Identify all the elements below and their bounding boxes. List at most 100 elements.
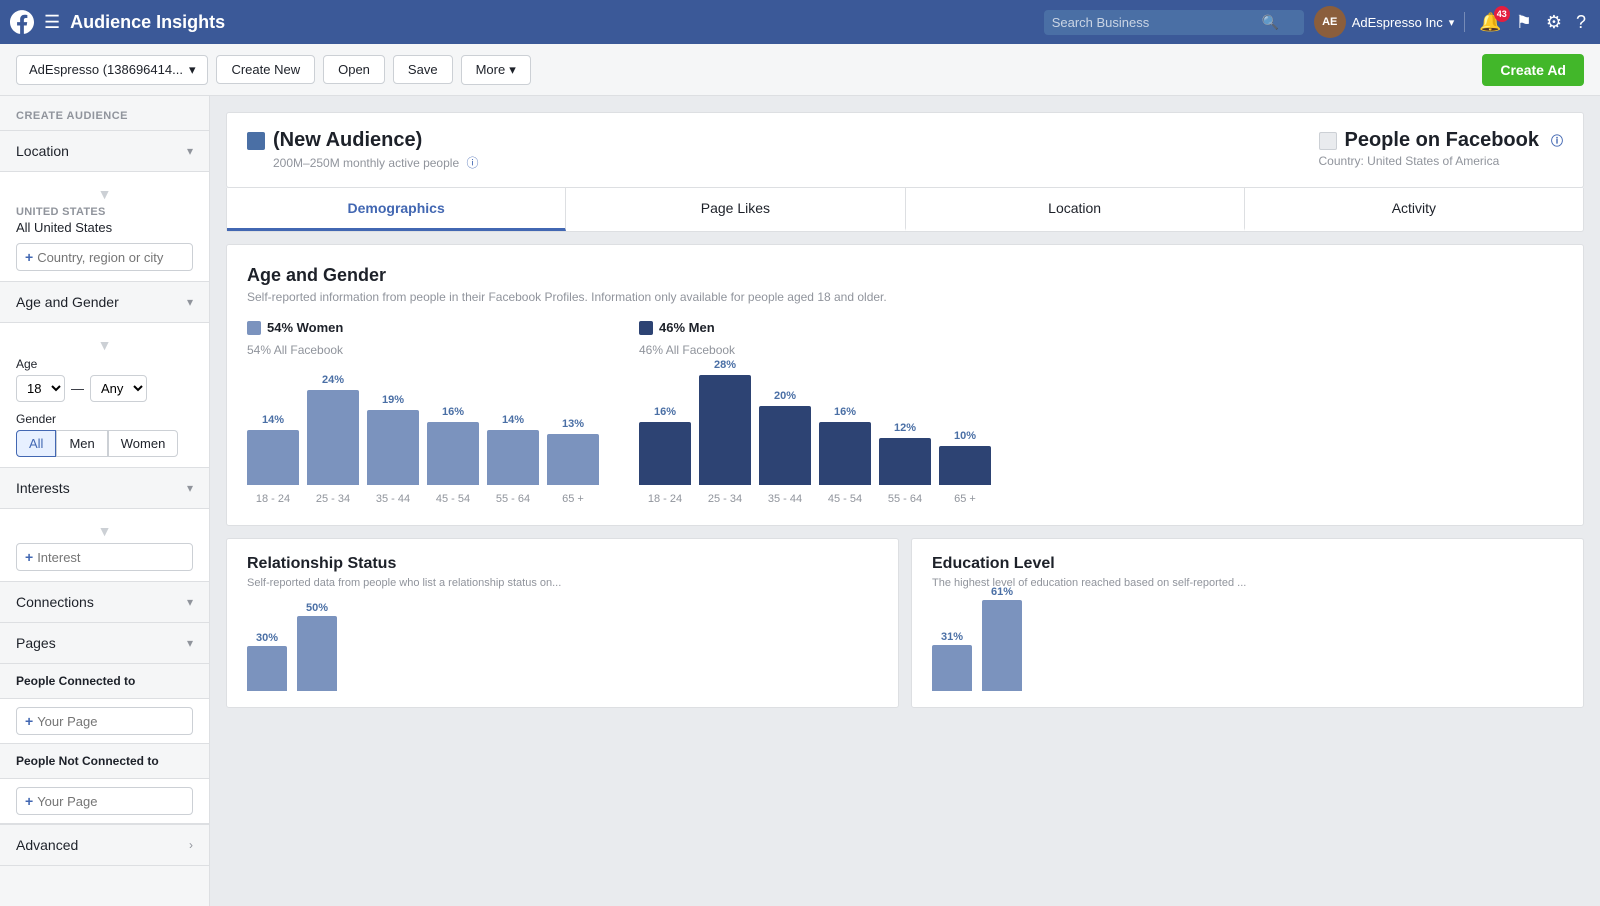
age-to-select[interactable]: Any2434 xyxy=(90,375,147,402)
facebook-people-info-icon[interactable]: ⓘ xyxy=(1551,132,1563,149)
age-from-select[interactable]: 182125 xyxy=(16,375,65,402)
bar-col: 16% 45 - 54 xyxy=(427,406,479,505)
gender-men-button[interactable]: Men xyxy=(56,430,107,457)
interest-input[interactable] xyxy=(37,550,184,565)
search-input[interactable] xyxy=(1052,15,1262,30)
interest-input-wrap[interactable]: + xyxy=(16,543,193,571)
bar-col: 20% 35 - 44 xyxy=(759,390,811,505)
open-button[interactable]: Open xyxy=(323,55,385,84)
new-audience-sub-text: 200M–250M monthly active people xyxy=(273,156,459,170)
content-area: (New Audience) 200M–250M monthly active … xyxy=(210,96,1600,906)
audience-header-card: (New Audience) 200M–250M monthly active … xyxy=(226,112,1584,188)
gender-all-button[interactable]: All xyxy=(16,430,56,457)
create-new-button[interactable]: Create New xyxy=(216,55,315,84)
user-name[interactable]: AdEspresso Inc xyxy=(1352,15,1443,30)
bar-pct: 19% xyxy=(382,394,404,406)
flag-button[interactable]: ⚑ xyxy=(1512,8,1536,37)
relationship-bars: 30% 50% xyxy=(247,601,878,691)
new-audience-title: (New Audience) xyxy=(247,129,478,152)
bar-col: 14% 55 - 64 xyxy=(487,414,539,505)
search-bar[interactable]: 🔍 xyxy=(1044,10,1304,35)
settings-button[interactable]: ⚙ xyxy=(1542,8,1566,37)
location-arrow: ▼ xyxy=(16,182,193,206)
women-label-row: 54% Women xyxy=(247,320,599,335)
women-label: 54% Women xyxy=(267,320,343,335)
bar-col: 16% 18 - 24 xyxy=(639,406,691,505)
tab-activity[interactable]: Activity xyxy=(1245,188,1583,231)
app-title: Audience Insights xyxy=(70,12,225,33)
not-connected-plus-icon: + xyxy=(25,793,33,809)
create-ad-button[interactable]: Create Ad xyxy=(1482,54,1584,86)
age-dash: — xyxy=(71,381,84,396)
location-label: Location xyxy=(16,143,69,159)
bar-col: 16% 45 - 54 xyxy=(819,406,871,505)
connected-page-field[interactable] xyxy=(37,714,184,729)
help-button[interactable]: ? xyxy=(1572,8,1590,37)
small-bar-pct: 30% xyxy=(256,632,278,644)
small-bar-pct: 31% xyxy=(941,631,963,643)
tab-page-likes[interactable]: Page Likes xyxy=(566,188,905,231)
tab-location[interactable]: Location xyxy=(906,188,1245,231)
nav-divider xyxy=(1464,12,1465,32)
not-connected-page-field[interactable] xyxy=(37,794,184,809)
location-sub: UNITED STATES xyxy=(16,206,193,218)
advanced-accordion-header[interactable]: Advanced › xyxy=(0,825,209,866)
top-nav: ☰ Audience Insights 🔍 AE AdEspresso Inc … xyxy=(0,0,1600,44)
gender-women-button[interactable]: Women xyxy=(108,430,179,457)
men-chart-group: 46% Men 46% All Facebook 16% 18 - 24 28%… xyxy=(639,320,991,505)
bar-pct: 20% xyxy=(774,390,796,402)
women-chart-group: 54% Women 54% All Facebook 14% 18 - 24 2… xyxy=(247,320,599,505)
user-dropdown-icon[interactable]: ▾ xyxy=(1449,16,1455,29)
age-gender-label: Age and Gender xyxy=(16,294,119,310)
age-gender-chart-subtitle: Self-reported information from people in… xyxy=(247,290,1563,304)
notifications-button[interactable]: 🔔 43 xyxy=(1475,8,1505,37)
connected-page-input[interactable]: + xyxy=(16,707,193,735)
avatar[interactable]: AE xyxy=(1314,6,1346,38)
location-input-wrap[interactable]: + xyxy=(16,243,193,271)
relationship-chart-subtitle: Self-reported data from people who list … xyxy=(247,577,878,589)
location-accordion: Location ▾ ▼ UNITED STATES All United St… xyxy=(0,130,209,282)
bottom-charts-row: Relationship Status Self-reported data f… xyxy=(226,538,1584,708)
small-bar-col: 31% xyxy=(932,631,972,691)
connections-accordion-header[interactable]: Connections ▾ xyxy=(0,582,209,623)
new-audience-info-icon[interactable]: ⓘ xyxy=(466,156,478,170)
location-input[interactable] xyxy=(37,250,184,265)
not-connected-page-input[interactable]: + xyxy=(16,787,193,815)
account-dropdown-icon: ▾ xyxy=(189,62,196,78)
bar-women xyxy=(367,410,419,485)
advanced-chevron-icon: › xyxy=(189,838,193,852)
bar-women xyxy=(487,430,539,485)
interest-plus-icon: + xyxy=(25,549,33,565)
bar-col: 14% 18 - 24 xyxy=(247,414,299,505)
gender-field-label: Gender xyxy=(16,412,193,426)
bar-pct: 16% xyxy=(442,406,464,418)
more-label: More xyxy=(476,62,506,77)
more-button[interactable]: More ▾ xyxy=(461,55,531,85)
hamburger-icon[interactable]: ☰ xyxy=(44,12,60,33)
bar-age-label: 55 - 64 xyxy=(888,493,922,505)
age-gender-row: Age 182125 — Any2434 Gender xyxy=(16,357,193,457)
education-chart-card: Education Level The highest level of edu… xyxy=(911,538,1584,708)
connections-chevron-icon: ▾ xyxy=(187,595,193,609)
bar-men xyxy=(639,422,691,485)
bar-pct: 12% xyxy=(894,422,916,434)
location-accordion-header[interactable]: Location ▾ xyxy=(0,131,209,172)
save-button[interactable]: Save xyxy=(393,55,453,84)
bar-men xyxy=(699,375,751,485)
location-content: ▼ UNITED STATES All United States + xyxy=(0,172,209,282)
pages-accordion-header[interactable]: Pages ▾ xyxy=(0,623,209,664)
bar-men xyxy=(759,406,811,485)
age-gender-accordion-header[interactable]: Age and Gender ▾ xyxy=(0,282,209,323)
tab-demographics[interactable]: Demographics xyxy=(227,188,566,231)
new-audience-title-text: (New Audience) xyxy=(273,129,422,152)
bar-age-label: 45 - 54 xyxy=(828,493,862,505)
interests-accordion-header[interactable]: Interests ▾ xyxy=(0,468,209,509)
pages-chevron-icon: ▾ xyxy=(187,636,193,650)
small-bar-pct: 50% xyxy=(306,602,328,614)
facebook-people-box xyxy=(1319,132,1337,150)
account-selector[interactable]: AdEspresso (138696414... ▾ xyxy=(16,55,208,85)
bar-pct: 24% xyxy=(322,374,344,386)
bar-col: 19% 35 - 44 xyxy=(367,394,419,505)
bar-pct: 28% xyxy=(714,359,736,371)
account-label: AdEspresso (138696414... xyxy=(29,62,183,77)
